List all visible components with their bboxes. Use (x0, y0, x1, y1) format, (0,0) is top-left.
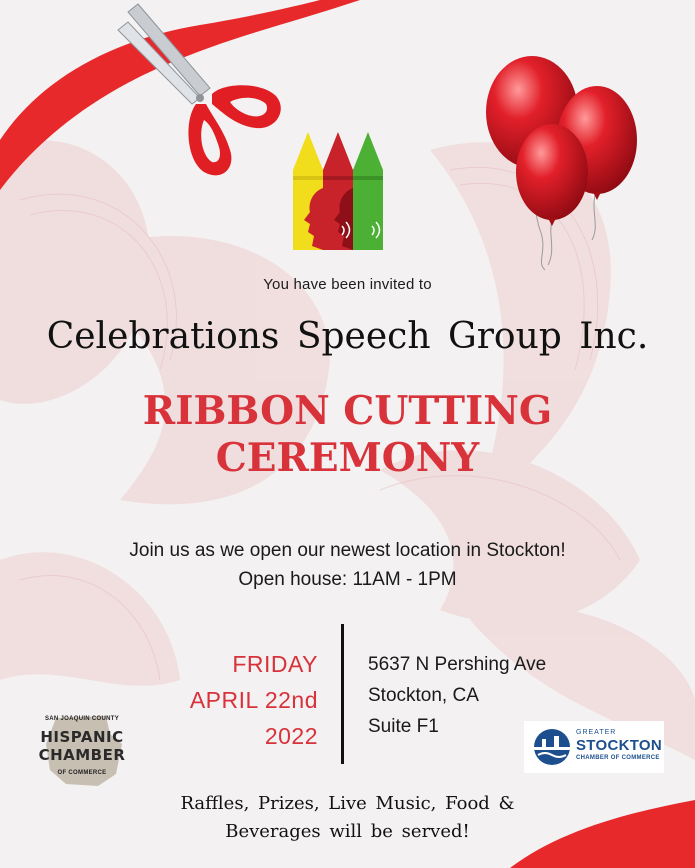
date-year: 2022 (264, 723, 318, 749)
details-announcement: Join us as we open our newest location i… (129, 540, 566, 561)
event-title-line-2: CEREMONY (215, 435, 480, 481)
address-street: 5637 N Pershing Ave (368, 654, 547, 675)
organization-name: Celebrations Speech Group Inc. (46, 316, 649, 357)
date-month-day: APRIL 22nd (189, 687, 318, 713)
date-weekday: FRIDAY (232, 651, 318, 677)
gsc-top-text: GREATER (576, 729, 617, 736)
address-suite: Suite F1 (368, 716, 439, 737)
event-details: Join us as we open our newest location i… (0, 536, 695, 594)
stockton-chamber-logo: GREATER STOCKTON CHAMBER OF COMMERCE (524, 721, 664, 773)
footer-line-1: Raffles, Prizes, Live Music, Food & (180, 793, 515, 814)
event-title: RIBBON CUTTING CEREMONY (0, 388, 695, 482)
footer-note: Raffles, Prizes, Live Music, Food & Beve… (0, 790, 695, 846)
gsc-main-text: STOCKTON (576, 737, 663, 754)
invitation-line: You have been invited to (263, 276, 432, 293)
crayons-logo (293, 132, 383, 250)
hispanic-chamber-logo: SAN JOAQUIN COUNTY HISPANIC CHAMBER OF C… (36, 714, 128, 788)
hcc-bottom-text: OF COMMERCE (57, 770, 107, 776)
gsc-bottom-text: CHAMBER OF COMMERCE (576, 755, 660, 761)
footer-line-2: Beverages will be served! (225, 821, 470, 842)
hcc-main-line-1: HISPANIC (40, 728, 124, 746)
event-address: 5637 N Pershing Ave Stockton, CA Suite F… (368, 649, 546, 742)
event-date: FRIDAY APRIL 22nd 2022 (120, 646, 318, 754)
date-address-divider (341, 624, 344, 764)
address-city: Stockton, CA (368, 685, 479, 706)
event-title-line-1: RIBBON CUTTING (142, 388, 553, 434)
stockton-emblem-icon (534, 729, 570, 765)
details-open-house: Open house: 11AM - 1PM (238, 569, 457, 590)
hcc-top-text: SAN JOAQUIN COUNTY (44, 716, 120, 722)
hcc-main-line-2: CHAMBER (38, 746, 126, 764)
